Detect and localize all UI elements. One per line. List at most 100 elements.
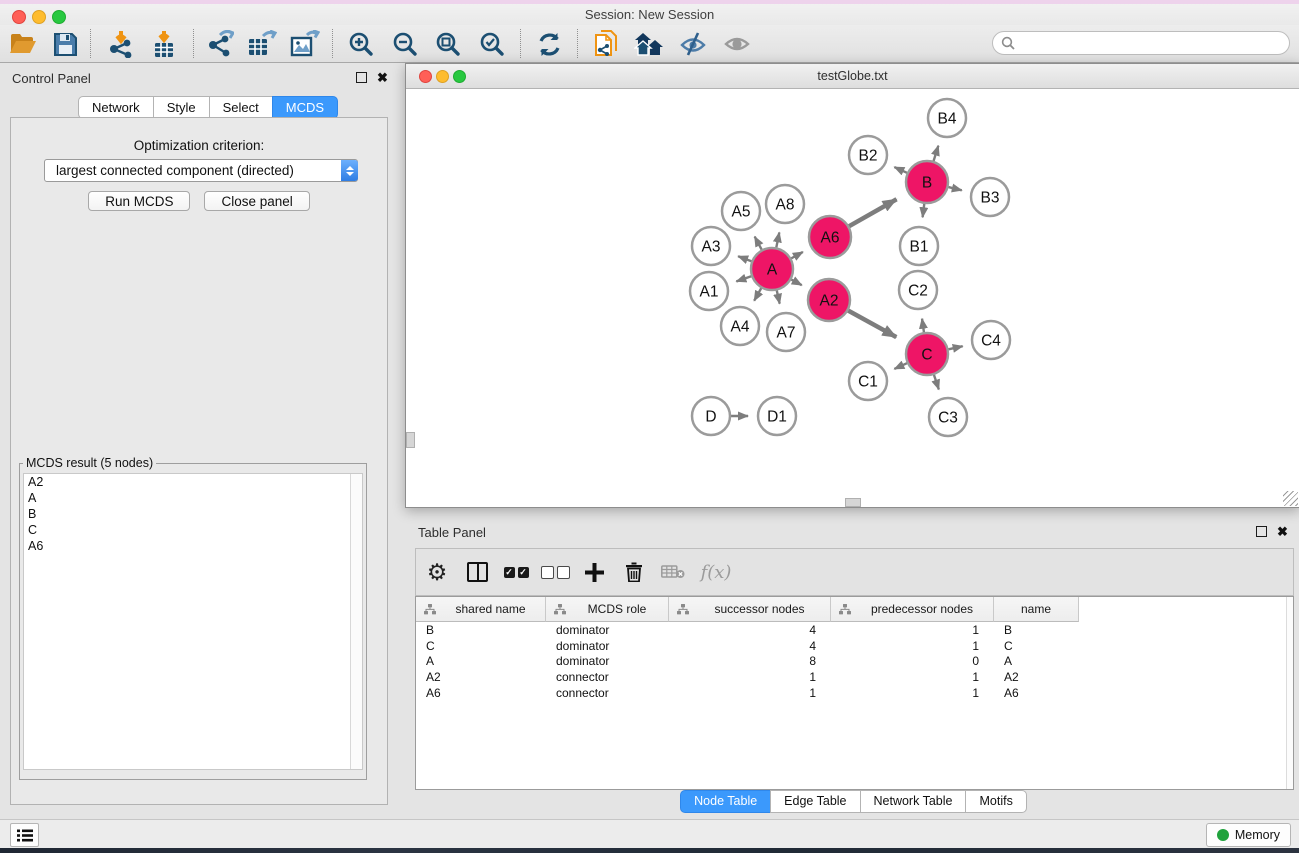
column-header-shared-name[interactable]: shared name — [416, 597, 546, 622]
graph-node-A[interactable]: A — [751, 248, 793, 290]
table-row[interactable]: A2connector11A2 — [416, 669, 1293, 685]
export-image-icon[interactable] — [290, 30, 320, 58]
mcds-result-list[interactable]: A2ABCA6 — [23, 473, 363, 770]
tab-edge-table[interactable]: Edge Table — [770, 790, 860, 813]
graph-node-C4[interactable]: C4 — [972, 321, 1010, 359]
graph-edge-C-C3[interactable] — [934, 375, 939, 390]
export-table-icon[interactable] — [247, 30, 277, 58]
tab-style[interactable]: Style — [153, 96, 210, 119]
graph-node-D[interactable]: D — [692, 397, 730, 435]
tab-mcds[interactable]: MCDS — [272, 96, 338, 119]
export-network-icon[interactable] — [205, 30, 235, 58]
table-settings-gear-icon[interactable]: ⚙ — [416, 555, 458, 589]
search-field[interactable] — [992, 31, 1290, 55]
table-cell[interactable]: 1 — [831, 670, 994, 684]
graph-node-D1[interactable]: D1 — [758, 397, 796, 435]
graph-node-A4[interactable]: A4 — [721, 307, 759, 345]
graph-node-A1[interactable]: A1 — [690, 272, 728, 310]
graph-node-B2[interactable]: B2 — [849, 136, 887, 174]
clone-network-icon[interactable] — [591, 30, 621, 58]
run-mcds-button[interactable]: Run MCDS — [88, 191, 190, 211]
memory-button[interactable]: Memory — [1206, 823, 1291, 847]
birds-eye-toggle-handle[interactable] — [406, 432, 415, 448]
tab-select[interactable]: Select — [209, 96, 273, 119]
graph-node-B4[interactable]: B4 — [928, 99, 966, 137]
network-window-titlebar[interactable]: testGlobe.txt — [406, 64, 1299, 89]
table-cell[interactable]: dominator — [546, 623, 669, 637]
table-row[interactable]: A6connector11A6 — [416, 685, 1293, 701]
float-window-icon[interactable] — [356, 72, 367, 83]
function-builder-icon[interactable]: f(x) — [693, 555, 739, 589]
birds-eye-toggle-handle[interactable] — [845, 498, 861, 507]
column-header-MCDS-role[interactable]: MCDS role — [546, 597, 669, 622]
close-icon[interactable]: ✖ — [377, 72, 388, 83]
window-resize-grip[interactable] — [1283, 491, 1298, 506]
network-graph[interactable]: B4B2BB3A8A5A6A3B1AA1C2A2A4A7C4CC1C3DD1 — [406, 88, 1297, 506]
graph-node-A8[interactable]: A8 — [766, 185, 804, 223]
graph-edge-A-A5[interactable] — [755, 237, 762, 250]
graph-node-A6[interactable]: A6 — [809, 216, 851, 258]
mcds-result-item[interactable]: B — [24, 506, 362, 522]
graph-node-B[interactable]: B — [906, 161, 948, 203]
table-cell[interactable]: A2 — [994, 670, 1079, 684]
mcds-result-item[interactable]: A6 — [24, 538, 362, 554]
table-cell[interactable]: 1 — [831, 686, 994, 700]
table-cell[interactable]: B — [416, 623, 546, 637]
table-cell[interactable]: 0 — [831, 654, 994, 668]
graph-edge-A2-C[interactable] — [848, 311, 896, 337]
table-cell[interactable]: C — [994, 639, 1079, 653]
graph-node-A5[interactable]: A5 — [722, 192, 760, 230]
graph-node-C[interactable]: C — [906, 333, 948, 375]
scrollbar-track[interactable] — [350, 474, 362, 769]
show-all-networks-icon[interactable] — [634, 30, 664, 58]
graph-edge-A6-B[interactable] — [849, 199, 896, 226]
graph-edge-B-B4[interactable] — [934, 146, 939, 161]
close-panel-button[interactable]: Close panel — [204, 191, 309, 211]
graph-node-C2[interactable]: C2 — [899, 271, 937, 309]
table-cell[interactable]: 8 — [669, 654, 831, 668]
table-cell[interactable]: A2 — [416, 670, 546, 684]
graph-edge-C-C2[interactable] — [922, 319, 924, 332]
graph-edge-A-A7[interactable] — [777, 290, 780, 303]
scrollbar-track[interactable] — [1286, 597, 1293, 789]
graph-edge-A-A1[interactable] — [736, 276, 751, 281]
zoom-fit-icon[interactable] — [433, 30, 463, 58]
column-header-predecessor-nodes[interactable]: predecessor nodes — [831, 597, 994, 622]
tab-motifs[interactable]: Motifs — [965, 790, 1026, 813]
mcds-result-item[interactable]: C — [24, 522, 362, 538]
graph-edge-A-A2[interactable] — [791, 280, 801, 286]
graph-node-A2[interactable]: A2 — [808, 279, 850, 321]
table-cell[interactable]: connector — [546, 686, 669, 700]
table-cell[interactable]: 1 — [831, 639, 994, 653]
graph-edge-B-B1[interactable] — [923, 204, 925, 217]
table-cell[interactable]: connector — [546, 670, 669, 684]
split-column-icon[interactable] — [458, 555, 496, 589]
graph-edge-A-A3[interactable] — [738, 256, 751, 261]
tab-node-table[interactable]: Node Table — [680, 790, 771, 813]
table-cell[interactable]: A6 — [994, 686, 1079, 700]
table-row[interactable]: Bdominator41B — [416, 622, 1293, 638]
tab-network-table[interactable]: Network Table — [860, 790, 967, 813]
zoom-in-icon[interactable] — [346, 30, 376, 58]
import-table-icon[interactable] — [149, 30, 179, 58]
table-row[interactable]: Cdominator41C — [416, 638, 1293, 654]
table-cell[interactable]: dominator — [546, 654, 669, 668]
task-history-button[interactable] — [10, 823, 39, 847]
table-cell[interactable]: C — [416, 639, 546, 653]
select-all-columns-icon[interactable]: ✓✓ — [496, 555, 536, 589]
graph-node-B3[interactable]: B3 — [971, 178, 1009, 216]
table-cell[interactable]: 4 — [669, 623, 831, 637]
graph-edge-A-A6[interactable] — [791, 252, 803, 258]
mcds-result-item[interactable]: A — [24, 490, 362, 506]
tab-network[interactable]: Network — [78, 96, 154, 119]
graph-edge-B-B2[interactable] — [894, 167, 907, 173]
float-window-icon[interactable] — [1256, 526, 1267, 537]
optimization-criterion-select[interactable]: largest connected component (directed) — [44, 159, 358, 182]
search-input[interactable] — [1015, 36, 1289, 50]
table-cell[interactable]: 1 — [831, 623, 994, 637]
column-header-successor-nodes[interactable]: successor nodes — [669, 597, 831, 622]
graph-node-A7[interactable]: A7 — [767, 313, 805, 351]
graph-edge-C-C1[interactable] — [894, 363, 907, 369]
graph-node-C1[interactable]: C1 — [849, 362, 887, 400]
mcds-result-item[interactable]: A2 — [24, 474, 362, 490]
